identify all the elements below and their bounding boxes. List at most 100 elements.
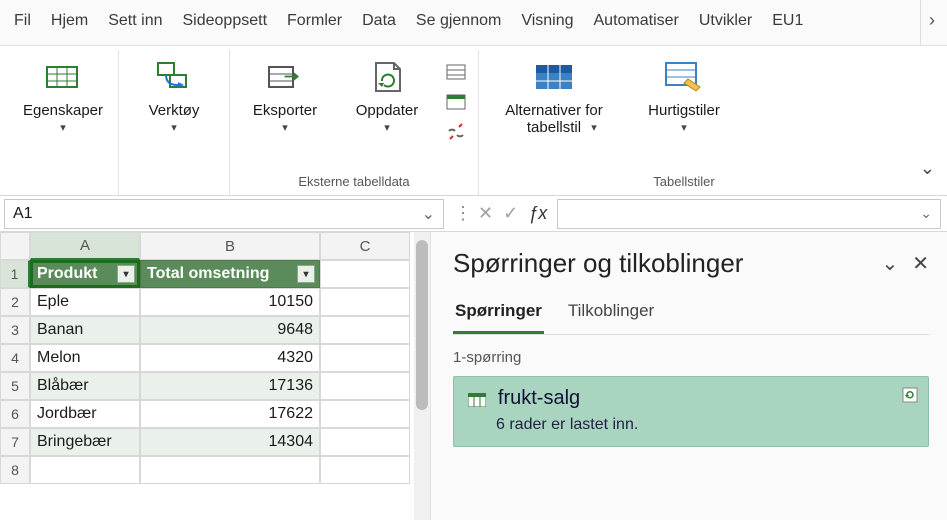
cell[interactable]: 9648: [140, 316, 320, 344]
cell[interactable]: [320, 372, 410, 400]
properties-label: Egenskaper: [23, 102, 103, 119]
column-header-b[interactable]: B: [140, 232, 320, 260]
row-header[interactable]: 6: [0, 400, 30, 428]
cell[interactable]: 17622: [140, 400, 320, 428]
cell[interactable]: Eple: [30, 288, 140, 316]
refresh-label: Oppdater: [356, 102, 419, 119]
tab-file[interactable]: Fil: [4, 0, 41, 45]
quick-styles-icon: [664, 58, 704, 98]
cell[interactable]: Banan: [30, 316, 140, 344]
select-all-corner[interactable]: [0, 232, 30, 260]
formula-input[interactable]: ⌄: [557, 199, 941, 229]
cell[interactable]: Melon: [30, 344, 140, 372]
quick-styles-button[interactable]: Hurtigstiler ▾: [639, 54, 729, 138]
cell[interactable]: [320, 288, 410, 316]
pane-tabs: Spørringer Tilkoblinger: [453, 293, 929, 335]
table-style-options-label-1: Alternativer for: [505, 102, 603, 119]
external-mini-buttons: [444, 60, 468, 144]
cell[interactable]: Jordbær: [30, 400, 140, 428]
close-icon[interactable]: ✕: [912, 251, 929, 276]
tab-queries[interactable]: Spørringer: [453, 293, 544, 334]
open-in-browser-icon[interactable]: [444, 90, 468, 114]
tools-button[interactable]: Verktøy ▾: [129, 54, 219, 138]
cell[interactable]: 10150: [140, 288, 320, 316]
row-header[interactable]: 4: [0, 344, 30, 372]
chevron-down-icon: ▾: [591, 121, 597, 134]
spreadsheet: A B C 1 Produkt ▾ Total omsetning ▾ 2 Ep…: [0, 232, 430, 520]
ribbon: Egenskaper ▾ Verktøy ▾ Eksporter: [0, 46, 947, 196]
name-box[interactable]: A1 ⌄: [4, 199, 444, 229]
pane-collapse-icon[interactable]: ⌄: [881, 251, 898, 276]
unlink-icon[interactable]: [444, 120, 468, 144]
chevron-down-icon[interactable]: ⌄: [422, 204, 435, 224]
tab-view[interactable]: Visning: [511, 0, 583, 45]
chevron-down-icon: ▾: [384, 121, 390, 134]
cell[interactable]: [320, 260, 410, 288]
cancel-formula-icon[interactable]: ✕: [478, 203, 493, 224]
chevron-down-icon: ▾: [171, 121, 177, 134]
query-name: frukt-salg: [498, 387, 580, 409]
ribbon-collapse-button[interactable]: ⌄: [920, 158, 935, 179]
cell[interactable]: [320, 344, 410, 372]
cell[interactable]: [320, 456, 410, 484]
cell[interactable]: [320, 428, 410, 456]
table-style-options-button[interactable]: Alternativer for tabellstil ▾: [489, 54, 619, 156]
group-external-label: Eksterne tabelldata: [240, 170, 468, 195]
row-header[interactable]: 7: [0, 428, 30, 456]
tabs-scroll-right[interactable]: ›: [920, 0, 943, 45]
export-label: Eksporter: [253, 102, 317, 119]
ribbon-group-styleoptions: Alternativer for tabellstil ▾: [479, 50, 629, 195]
grid[interactable]: A B C 1 Produkt ▾ Total omsetning ▾ 2 Ep…: [0, 232, 430, 484]
tab-eu1[interactable]: EU1: [762, 0, 813, 45]
table-icon: [468, 393, 486, 407]
query-item[interactable]: frukt-salg 6 rader er lastet inn.: [453, 376, 929, 447]
row-header[interactable]: 8: [0, 456, 30, 484]
table-header-total[interactable]: Total omsetning ▾: [140, 260, 320, 288]
filter-dropdown-icon[interactable]: ▾: [117, 265, 135, 283]
cell[interactable]: Bringebær: [30, 428, 140, 456]
fx-icon[interactable]: ƒx: [528, 203, 547, 224]
export-icon: [265, 58, 305, 98]
row-header[interactable]: 5: [0, 372, 30, 400]
properties-button[interactable]: Egenskaper ▾: [18, 54, 108, 138]
cell[interactable]: [30, 456, 140, 484]
tab-insert[interactable]: Sett inn: [98, 0, 172, 45]
tab-data[interactable]: Data: [352, 0, 406, 45]
tab-page-layout[interactable]: Sideoppsett: [173, 0, 278, 45]
refresh-query-icon[interactable]: [902, 387, 918, 408]
tab-review[interactable]: Se gjennom: [406, 0, 511, 45]
filter-dropdown-icon[interactable]: ▾: [297, 265, 315, 283]
accept-formula-icon[interactable]: ✓: [503, 203, 518, 224]
row-header[interactable]: 1: [0, 260, 30, 288]
properties-mini-icon[interactable]: [444, 60, 468, 84]
column-header-a[interactable]: A: [30, 232, 140, 260]
table-properties-icon: [43, 58, 83, 98]
cell[interactable]: [320, 316, 410, 344]
tab-formulas[interactable]: Formler: [277, 0, 352, 45]
tab-automate[interactable]: Automatiser: [584, 0, 689, 45]
tab-connections[interactable]: Tilkoblinger: [566, 293, 656, 334]
cell[interactable]: 17136: [140, 372, 320, 400]
column-header-c[interactable]: C: [320, 232, 410, 260]
cell[interactable]: [140, 456, 320, 484]
chevron-down-icon[interactable]: ⌄: [920, 205, 932, 222]
vertical-scrollbar[interactable]: [414, 232, 430, 520]
refresh-icon: [367, 58, 407, 98]
query-status: 6 rader er lastet inn.: [496, 416, 916, 434]
table-header-product[interactable]: Produkt ▾: [30, 260, 140, 288]
export-button[interactable]: Eksporter ▾: [240, 54, 330, 138]
table-style-options-label-2: tabellstil: [527, 119, 581, 136]
cell[interactable]: 14304: [140, 428, 320, 456]
scrollbar-thumb[interactable]: [416, 240, 428, 410]
group-styles-label: Tabellstiler: [639, 170, 729, 195]
cell[interactable]: Blåbær: [30, 372, 140, 400]
cell[interactable]: [320, 400, 410, 428]
row-header[interactable]: 3: [0, 316, 30, 344]
row-header[interactable]: 2: [0, 288, 30, 316]
queries-and-connections-pane: Spørringer og tilkoblinger ⌄ ✕ Spørringe…: [430, 232, 947, 520]
cell[interactable]: 4320: [140, 344, 320, 372]
tab-developer[interactable]: Utvikler: [689, 0, 762, 45]
tab-home[interactable]: Hjem: [41, 0, 98, 45]
refresh-button[interactable]: Oppdater ▾: [342, 54, 432, 138]
ribbon-group-external-data: Eksporter ▾ Oppdater ▾: [230, 50, 479, 195]
